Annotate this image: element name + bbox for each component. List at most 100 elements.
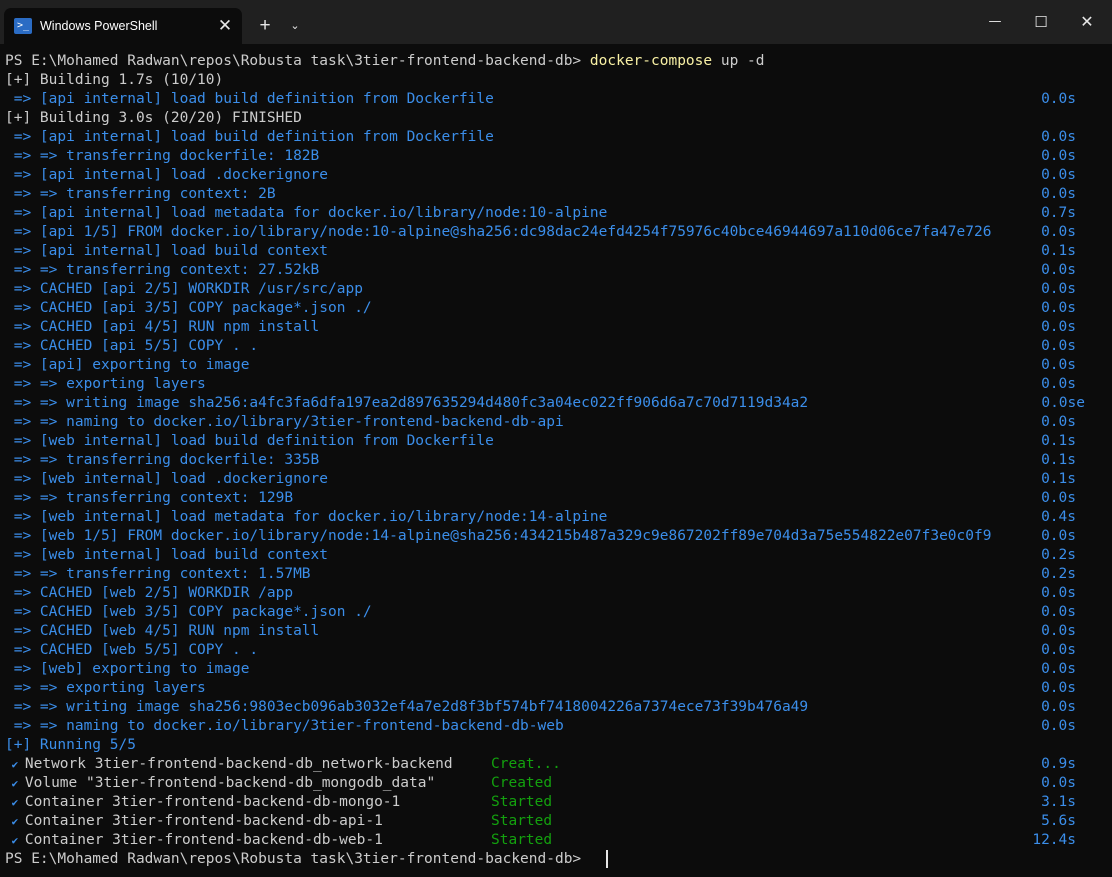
output-line: => [web internal] load build context (5, 547, 329, 563)
output-line-duration: 0.0s (1041, 623, 1076, 639)
service-kind: Container (24, 794, 104, 810)
service-duration: 0.0s (1041, 775, 1076, 791)
output-line: [+] Building 1.7s (10/10) (5, 72, 224, 88)
output-line: => => transferring dockerfile: 335B (5, 452, 320, 468)
output-line-duration: 0.0s (1041, 319, 1076, 335)
output-line-duration: 0.0s (1041, 604, 1076, 620)
output-line: => => writing image sha256:9803ecb096ab3… (5, 699, 809, 715)
service-kind: Container (24, 813, 104, 829)
output-line-duration: 0.0se (1041, 395, 1085, 411)
output-line-duration: 0.1s (1041, 243, 1076, 259)
service-row: ✔ Volume "3tier-frontend-backend-db_mong… (5, 774, 436, 793)
output-line: => [api internal] load .dockerignore (5, 167, 329, 183)
service-status: Creat... (491, 756, 561, 772)
output-line: => CACHED [web 5/5] COPY . . (5, 642, 259, 658)
service-row: ✔ Network 3tier-frontend-backend-db_netw… (5, 755, 453, 774)
prompt: PS E:\Mohamed Radwan\repos\Robusta task\… (5, 53, 590, 69)
service-duration: 0.9s (1041, 756, 1076, 772)
output-line: => [api internal] load build context (5, 243, 329, 259)
output-line: => [web] exporting to image (5, 661, 250, 677)
output-line: => => writing image sha256:a4fc3fa6dfa19… (5, 395, 809, 411)
check-icon: ✔ (5, 777, 25, 790)
output-line: => [api internal] load build definition … (5, 129, 494, 145)
output-line-duration: 0.1s (1041, 471, 1076, 487)
output-line: => => transferring context: 27.52kB (5, 262, 320, 278)
service-duration: 12.4s (1032, 832, 1076, 848)
command-line: PS E:\Mohamed Radwan\repos\Robusta task\… (5, 52, 765, 71)
output-line-duration: 0.2s (1041, 566, 1076, 582)
title-bar: >_ Windows PowerShell ✕ + ⌄ — ☐ ✕ (0, 0, 1112, 44)
output-line-duration: 0.0s (1041, 376, 1076, 392)
output-line: => [web internal] load metadata for dock… (5, 509, 608, 525)
output-line: => [web internal] load build definition … (5, 433, 494, 449)
output-line-duration: 0.4s (1041, 509, 1076, 525)
output-line-duration: 0.0s (1041, 585, 1076, 601)
service-status: Started (491, 794, 553, 810)
output-line: => [api internal] load build definition … (5, 91, 494, 107)
service-status: Started (491, 813, 553, 829)
output-line-duration: 0.1s (1041, 433, 1076, 449)
command-args: up -d (712, 53, 765, 69)
service-name: 3tier-frontend-backend-db_network-backen… (85, 756, 453, 772)
output-line: => [api] exporting to image (5, 357, 250, 373)
output-line: => => transferring context: 1.57MB (5, 566, 311, 582)
output-line: => => exporting layers (5, 376, 206, 392)
output-line-duration: 0.0s (1041, 129, 1076, 145)
service-name: 3tier-frontend-backend-db-web-1 (103, 832, 383, 848)
output-line: => => exporting layers (5, 680, 206, 696)
command: docker-compose (589, 53, 713, 69)
close-tab-icon[interactable]: ✕ (214, 15, 236, 37)
output-line-duration: 0.0s (1041, 718, 1076, 734)
service-duration: 5.6s (1041, 813, 1076, 829)
minimize-button[interactable]: — (972, 0, 1018, 44)
check-icon: ✔ (5, 758, 25, 771)
service-row: ✔ Container 3tier-frontend-backend-db-we… (5, 831, 383, 850)
chevron-down-icon[interactable]: ⌄ (285, 14, 305, 38)
output-line-duration: 0.0s (1041, 148, 1076, 164)
service-kind: Network (24, 756, 86, 772)
output-line: => CACHED [api 4/5] RUN npm install (5, 319, 320, 335)
output-line-duration: 0.0s (1041, 680, 1076, 696)
output-line: => CACHED [web 2/5] WORKDIR /app (5, 585, 294, 601)
service-status: Created (491, 775, 553, 791)
output-line-duration: 0.0s (1041, 224, 1076, 240)
service-name: 3tier-frontend-backend-db-api-1 (103, 813, 383, 829)
output-line-duration: 0.0s (1041, 661, 1076, 677)
output-line: => CACHED [api 3/5] COPY package*.json .… (5, 300, 372, 316)
output-line-duration: 0.0s (1041, 167, 1076, 183)
output-line: => [web 1/5] FROM docker.io/library/node… (5, 528, 992, 544)
output-line: => => naming to docker.io/library/3tier-… (5, 718, 564, 734)
output-line-duration: 0.0s (1041, 528, 1076, 544)
text-cursor (606, 850, 608, 868)
output-line: => CACHED [api 5/5] COPY . . (5, 338, 259, 354)
output-line-duration: 0.1s (1041, 452, 1076, 468)
service-status: Started (491, 832, 553, 848)
output-line: => CACHED [web 3/5] COPY package*.json .… (5, 604, 372, 620)
new-tab-button[interactable]: + (254, 14, 276, 38)
output-line: => CACHED [api 2/5] WORKDIR /usr/src/app (5, 281, 363, 297)
output-line-duration: 0.0s (1041, 262, 1076, 278)
output-line-duration: 0.0s (1041, 357, 1076, 373)
output-line-duration: 0.0s (1041, 414, 1076, 430)
terminal-output[interactable]: PS E:\Mohamed Radwan\repos\Robusta task\… (0, 44, 1112, 877)
tab-windows-powershell[interactable]: >_ Windows PowerShell ✕ (4, 8, 242, 44)
output-line-duration: 0.0s (1041, 300, 1076, 316)
check-icon: ✔ (5, 834, 25, 847)
service-name: 3tier-frontend-backend-db-mongo-1 (103, 794, 401, 810)
service-kind: Container (24, 832, 104, 848)
output-line-duration: 0.2s (1041, 547, 1076, 563)
output-line: => => transferring dockerfile: 182B (5, 148, 320, 164)
maximize-button[interactable]: ☐ (1018, 0, 1064, 44)
output-line: => [web internal] load .dockerignore (5, 471, 329, 487)
output-line: => => transferring context: 2B (5, 186, 276, 202)
powershell-icon: >_ (14, 18, 32, 34)
output-line: => CACHED [web 4/5] RUN npm install (5, 623, 320, 639)
output-line-duration: 0.7s (1041, 205, 1076, 221)
service-row: ✔ Container 3tier-frontend-backend-db-mo… (5, 793, 401, 812)
output-line-duration: 0.0s (1041, 91, 1076, 107)
close-window-button[interactable]: ✕ (1064, 0, 1110, 44)
output-line-duration: 0.0s (1041, 699, 1076, 715)
service-row: ✔ Container 3tier-frontend-backend-db-ap… (5, 812, 383, 831)
output-line: [+] Building 3.0s (20/20) FINISHED (5, 110, 302, 126)
output-line-duration: 0.0s (1041, 281, 1076, 297)
